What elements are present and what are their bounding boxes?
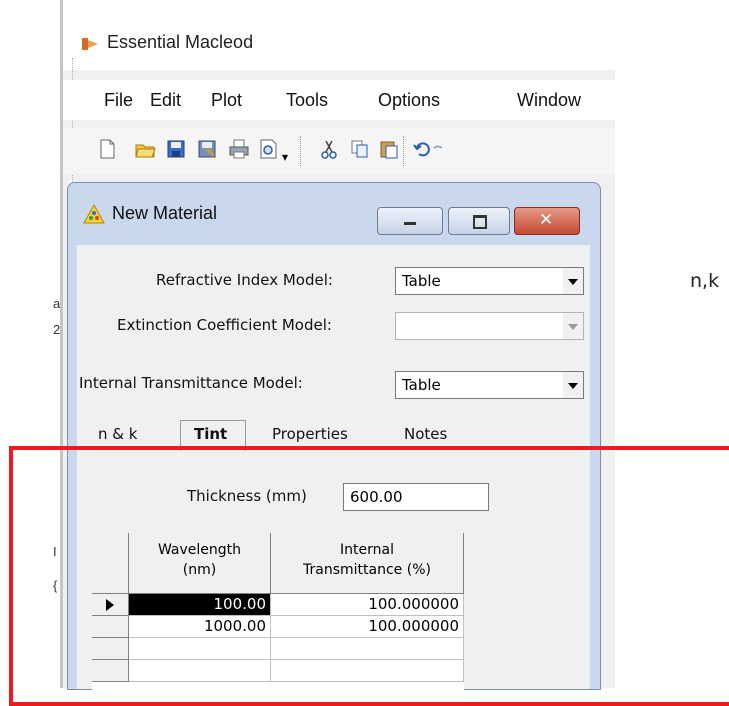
chevron-down-icon[interactable] xyxy=(563,372,583,398)
open-folder-icon[interactable] xyxy=(134,138,156,160)
app-title: Essential Macleod xyxy=(107,32,254,52)
warning-material-icon xyxy=(83,204,105,224)
refractive-index-value: Table xyxy=(402,272,441,290)
menu-options[interactable]: Options xyxy=(378,90,440,111)
tab-n-and-k[interactable]: n & k xyxy=(98,425,137,443)
close-button[interactable]: ✕ xyxy=(514,207,580,235)
row-indicator[interactable] xyxy=(92,638,129,660)
tab-notes[interactable]: Notes xyxy=(404,425,447,443)
menu-tools[interactable]: Tools xyxy=(286,90,328,111)
minimize-button[interactable] xyxy=(377,207,443,235)
table-cell[interactable] xyxy=(129,660,271,682)
save-as-icon[interactable] xyxy=(196,138,218,160)
thickness-value: 600.00 xyxy=(350,488,403,506)
background-window xyxy=(0,0,60,688)
maximize-icon xyxy=(473,215,487,229)
chevron-down-icon[interactable] xyxy=(563,313,583,339)
table-cell[interactable]: 1000.00 xyxy=(129,616,271,638)
row-indicator[interactable] xyxy=(92,660,129,682)
new-document-icon[interactable] xyxy=(96,138,118,160)
row-indicator[interactable] xyxy=(92,594,129,616)
cut-icon[interactable] xyxy=(318,138,340,160)
refractive-index-select[interactable]: Table xyxy=(395,267,584,295)
undo-icon[interactable] xyxy=(411,138,433,160)
table-cell[interactable]: 100.000000 xyxy=(271,594,464,616)
partial-glyph: I xyxy=(53,544,57,559)
save-icon[interactable] xyxy=(165,138,187,160)
row-indicator[interactable] xyxy=(92,616,129,638)
extinction-coefficient-label: Extinction Coefficient Model: xyxy=(117,316,332,334)
chevron-down-icon[interactable] xyxy=(563,268,583,294)
table-cell[interactable] xyxy=(129,638,271,660)
dotted-divider xyxy=(72,58,73,196)
transmittance-table: Wavelength (nm) Internal Transmittance (… xyxy=(92,533,464,693)
print-icon[interactable] xyxy=(228,138,250,160)
table-cell[interactable]: 100.00 xyxy=(129,594,271,616)
print-preview-icon[interactable] xyxy=(258,138,280,160)
extinction-coefficient-select[interactable] xyxy=(395,312,584,340)
tab-properties[interactable]: Properties xyxy=(272,425,348,443)
paste-icon[interactable] xyxy=(378,138,400,160)
current-row-icon xyxy=(106,599,114,611)
internal-transmittance-value: Table xyxy=(402,376,441,394)
minimize-icon xyxy=(404,222,416,225)
internal-transmittance-label: Internal Transmittance Model: xyxy=(79,374,303,392)
menu-edit[interactable]: Edit xyxy=(150,90,181,111)
thickness-label: Thickness (mm) xyxy=(187,487,307,505)
refractive-index-label: Refractive Index Model: xyxy=(156,271,333,289)
toolbar-separator xyxy=(300,136,301,166)
column-header-wavelength[interactable]: Wavelength (nm) xyxy=(129,533,271,594)
column-header-internal-transmittance[interactable]: Internal Transmittance (%) xyxy=(271,533,464,594)
internal-transmittance-select[interactable]: Table xyxy=(395,371,584,399)
redo-icon[interactable] xyxy=(432,138,442,160)
menu-file[interactable]: File xyxy=(104,90,133,111)
table-corner xyxy=(92,533,129,594)
menu-plot[interactable]: Plot xyxy=(211,90,242,111)
toolbar-separator xyxy=(403,136,404,166)
tab-tint[interactable]: Tint xyxy=(194,425,227,443)
maximize-button[interactable] xyxy=(448,207,510,235)
dialog-title: New Material xyxy=(112,203,218,223)
partial-glyph: { xyxy=(53,578,58,593)
thickness-input[interactable]: 600.00 xyxy=(343,483,489,511)
table-cell[interactable]: 100.000000 xyxy=(271,616,464,638)
macleod-app-icon xyxy=(82,38,98,50)
dropdown-arrow-icon[interactable]: ▾ xyxy=(282,150,288,164)
menu-window[interactable]: Window xyxy=(517,90,581,111)
side-annotation-text: n,k xyxy=(690,270,720,292)
table-cell[interactable] xyxy=(271,660,464,682)
table-cell[interactable] xyxy=(271,638,464,660)
copy-icon[interactable] xyxy=(349,138,371,160)
close-icon: ✕ xyxy=(539,210,554,230)
